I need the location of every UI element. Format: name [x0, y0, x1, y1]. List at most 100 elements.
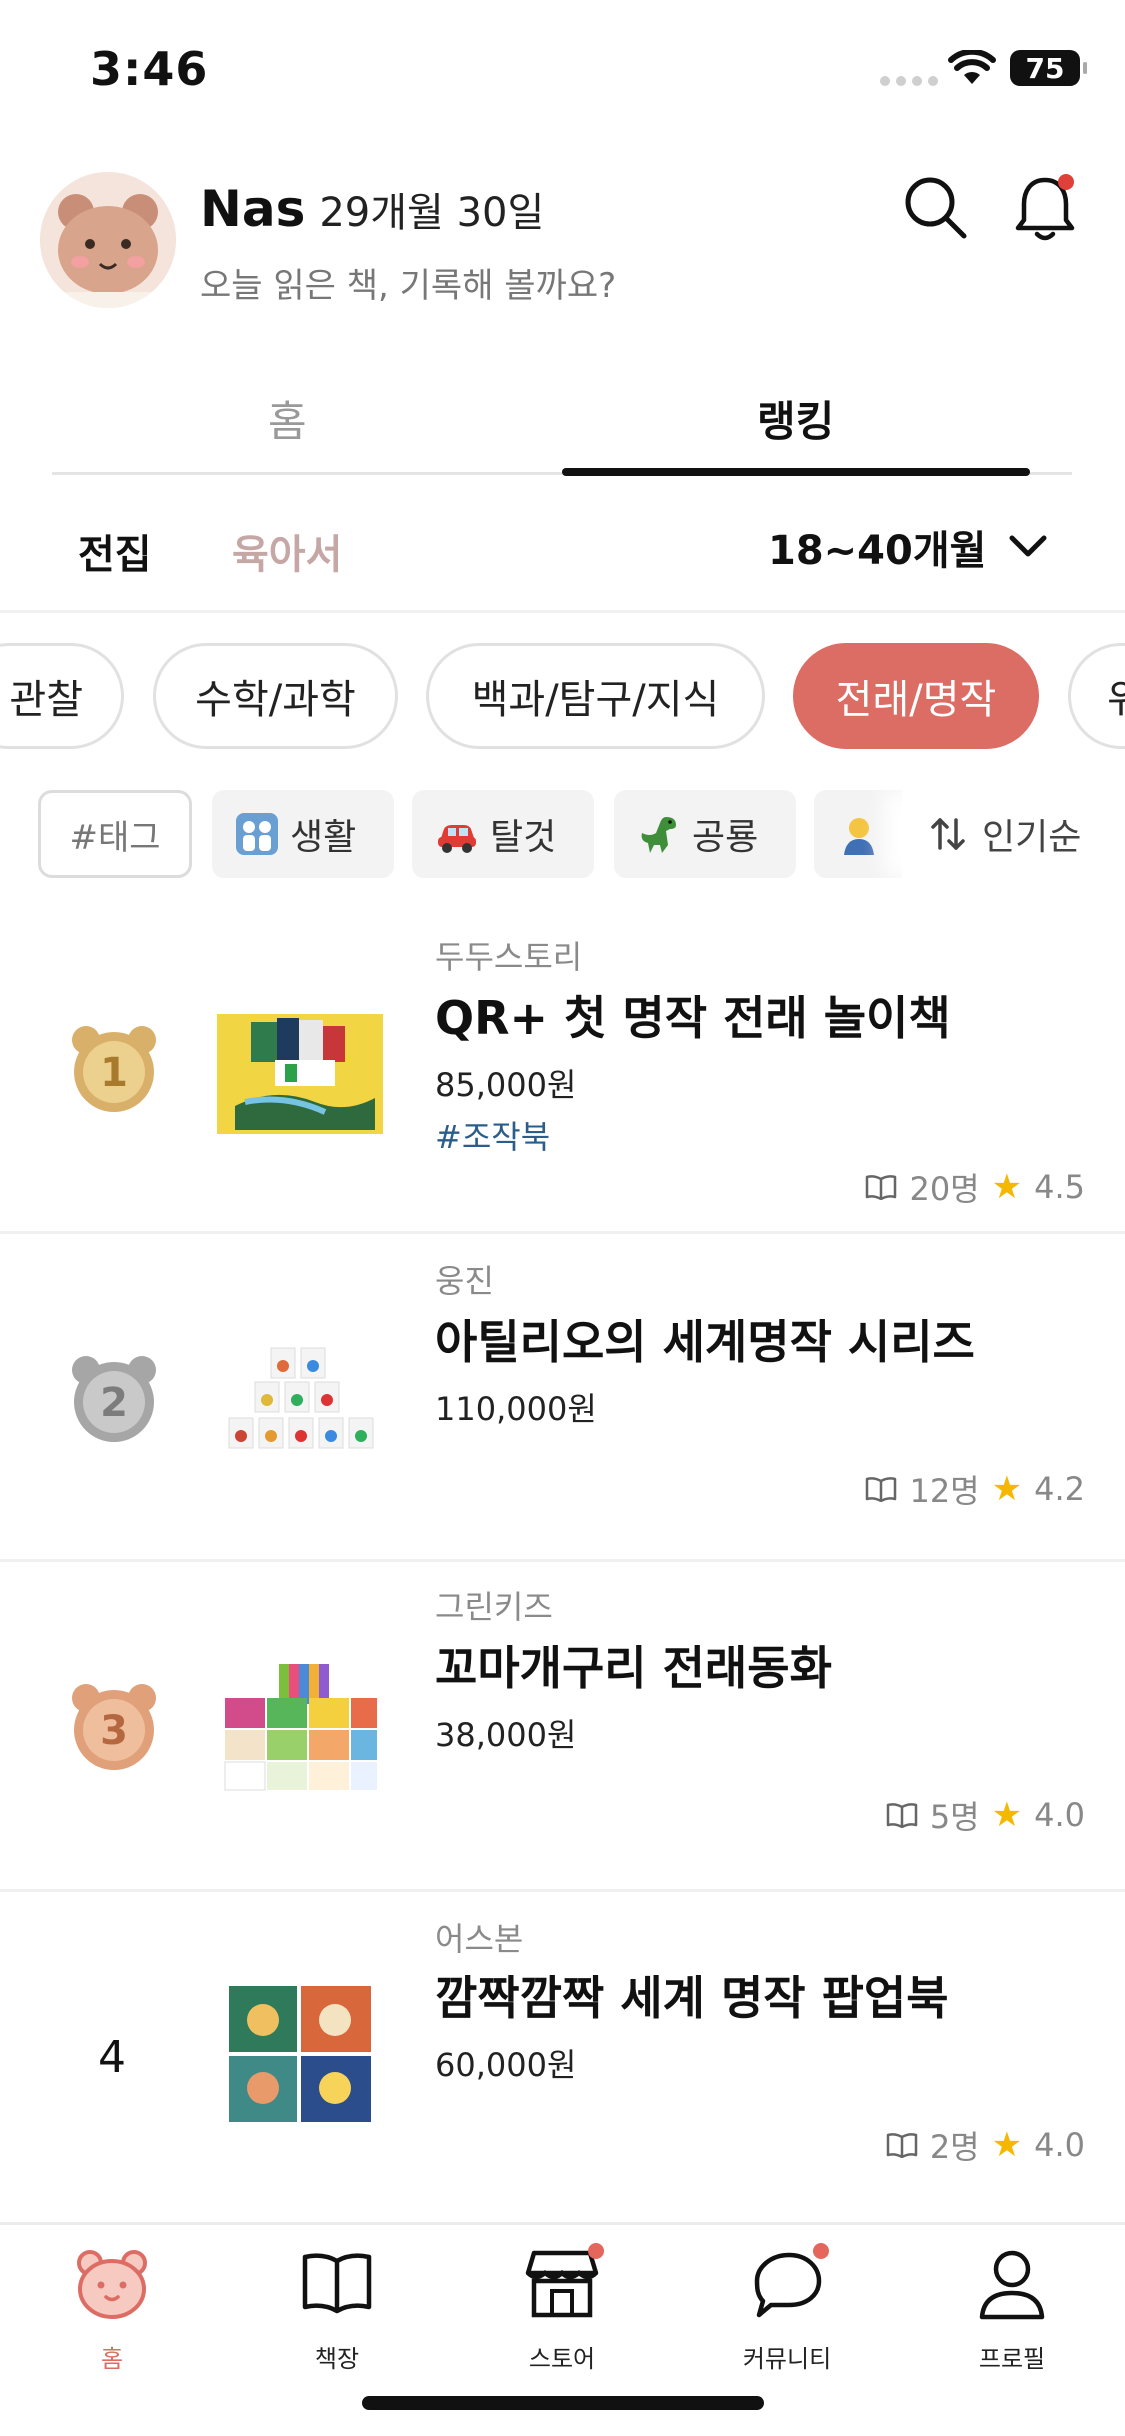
home-indicator [362, 2396, 764, 2410]
chevron-down-icon [1009, 535, 1047, 557]
ranking-list-item[interactable]: 4 어스본 깜짝깜짝 세계 명작 팝업북 60,000원 2명 ★ 4.0 [0, 1892, 1125, 2222]
category-chip[interactable]: 백과/탐구/지식 [426, 643, 765, 749]
sub-tab-all[interactable]: 전집 [78, 522, 152, 580]
chat-icon [754, 2252, 822, 2318]
nav-label: 스토어 [528, 2345, 596, 2373]
nav-community[interactable]: 커뮤니티 [707, 2243, 867, 2395]
tag-chip-dinosaur[interactable]: 공룡 [614, 790, 796, 878]
nav-label: 홈 [100, 2345, 124, 2373]
ranking-list-item[interactable]: 1 두두스토리 QR+ 첫 명작 전래 놀이책 85,000원 #조작북 20명… [0, 910, 1125, 1234]
tag-filter-row: #태그 생활 탈것 공룡 인기순 [0, 788, 1125, 884]
dinosaur-emoji-icon [641, 817, 676, 853]
signal-icon [880, 76, 938, 86]
readers-count: 2명 [929, 2128, 980, 2166]
wifi-icon [948, 50, 996, 84]
book-publisher: 웅진 [435, 1262, 494, 1300]
user-age: 29개월 30일 [319, 190, 545, 236]
main-tabs: 홈 랭킹 [0, 340, 1125, 480]
age-range-dropdown[interactable]: 18~40개월 [768, 518, 1048, 576]
notification-button[interactable] [1010, 170, 1080, 246]
ranking-list-item[interactable]: 2 웅진 아틸리오의 세계명작 시리즈 110,000원 12명 ★ 4.2 [0, 1234, 1125, 1562]
book-price: 85,000원 [435, 1066, 577, 1104]
profile-icon [979, 2250, 1045, 2320]
sort-label: 인기순 [982, 817, 1082, 858]
sort-button[interactable]: 인기순 [902, 790, 1125, 878]
category-chip[interactable]: 위 [1068, 643, 1125, 749]
readers-count: 5명 [929, 1798, 980, 1836]
tag-chip-label: 탈것 [490, 817, 557, 858]
search-icon [905, 177, 967, 239]
tag-chip-vehicle[interactable]: 탈것 [412, 790, 594, 878]
tab-home[interactable]: 홈 [268, 388, 307, 449]
book-stats: 5명 ★ 4.0 [886, 1792, 1085, 1838]
tag-search-button[interactable]: #태그 [38, 790, 192, 878]
family-emoji-icon [236, 813, 278, 855]
silver-medal-icon: 2 [72, 1356, 156, 1442]
book-readers-icon [866, 1175, 897, 1200]
book-readers-icon [866, 1477, 897, 1502]
search-button[interactable] [900, 172, 970, 242]
category-chips: 관찰 수학/과학 백과/탐구/지식 전래/명작 위 [0, 640, 1125, 754]
store-icon [525, 2250, 599, 2318]
status-bar: 3:46 75 [0, 0, 1125, 140]
rating-value: 4.2 [1034, 1470, 1085, 1508]
star-icon: ★ [991, 2125, 1023, 2165]
book-readers-icon [886, 2133, 918, 2158]
category-chip[interactable]: 관찰 [0, 643, 124, 749]
chat-icon-wrap [749, 2243, 829, 2321]
tab-ranking[interactable]: 랭킹 [757, 388, 834, 449]
bear-avatar-icon [40, 172, 176, 308]
book-tag[interactable]: #조작북 [435, 1112, 550, 1158]
store-icon-wrap [524, 2243, 604, 2321]
book-stats: 20명 ★ 4.5 [865, 1164, 1085, 1210]
category-chip[interactable]: 수학/과학 [153, 643, 398, 749]
book-icon [302, 2253, 372, 2314]
notification-badge [588, 2243, 604, 2259]
nav-bookshelf[interactable]: 책장 [257, 2245, 417, 2395]
status-time: 3:46 [90, 42, 209, 96]
star-icon: ★ [991, 1469, 1023, 1509]
book-cover-image [229, 1986, 371, 2122]
avatar[interactable] [40, 172, 176, 308]
readers-count: 12명 [909, 1472, 980, 1510]
tag-chip-label: 생활 [290, 817, 357, 858]
notification-badge [813, 2243, 829, 2259]
book-price: 38,000원 [435, 1716, 577, 1754]
nav-profile[interactable]: 프로필 [932, 2245, 1092, 2395]
rating-value: 4.5 [1034, 1168, 1085, 1206]
star-icon: ★ [991, 1167, 1023, 1207]
category-chip-active[interactable]: 전래/명작 [793, 643, 1039, 749]
notification-badge [1058, 174, 1074, 190]
book-cover-image [224, 1664, 377, 1791]
user-name: Nas [200, 180, 306, 238]
book-stats: 2명 ★ 4.0 [886, 2122, 1085, 2168]
book-title: 깜짝깜짝 세계 명작 팝업북 [435, 1971, 949, 2025]
age-range-label: 18~40개월 [768, 528, 987, 574]
rank-number-text: 1 [100, 1050, 128, 1096]
greeting-text: 오늘 읽은 책, 기록해 볼까요? [200, 266, 617, 306]
gold-medal-icon: 1 [72, 1026, 156, 1112]
ranking-list-item[interactable]: 3 그린키즈 꼬마개구리 전래동화 38,000원 5명 ★ 4.0 [0, 1562, 1125, 1892]
battery-icon: 75 [1010, 50, 1087, 86]
bronze-medal-icon: 3 [72, 1684, 156, 1770]
rating-value: 4.0 [1034, 1796, 1085, 1834]
tag-chip-life[interactable]: 생활 [212, 790, 394, 878]
nav-label: 프로필 [978, 2345, 1046, 2373]
nav-home[interactable]: 홈 [32, 2245, 192, 2395]
car-emoji-icon [438, 825, 476, 853]
sub-tab-parenting[interactable]: 육아서 [232, 522, 342, 580]
bear-home-icon [77, 2250, 147, 2319]
star-icon: ★ [991, 1795, 1023, 1835]
rank-number: 4 [98, 2032, 126, 2083]
rank-number-text: 2 [100, 1380, 128, 1426]
nav-store[interactable]: 스토어 [482, 2243, 642, 2395]
user-info: Nas 29개월 30일 [200, 180, 544, 238]
book-publisher: 그린키즈 [435, 1588, 553, 1626]
book-cover-image [217, 1014, 383, 1134]
readers-count: 20명 [909, 1170, 980, 1208]
book-publisher: 어스본 [435, 1920, 524, 1958]
rating-value: 4.0 [1034, 2126, 1085, 2164]
book-title: 아틸리오의 세계명작 시리즈 [435, 1315, 975, 1369]
book-stats: 12명 ★ 4.2 [865, 1466, 1085, 1512]
nav-label: 책장 [314, 2345, 360, 2373]
